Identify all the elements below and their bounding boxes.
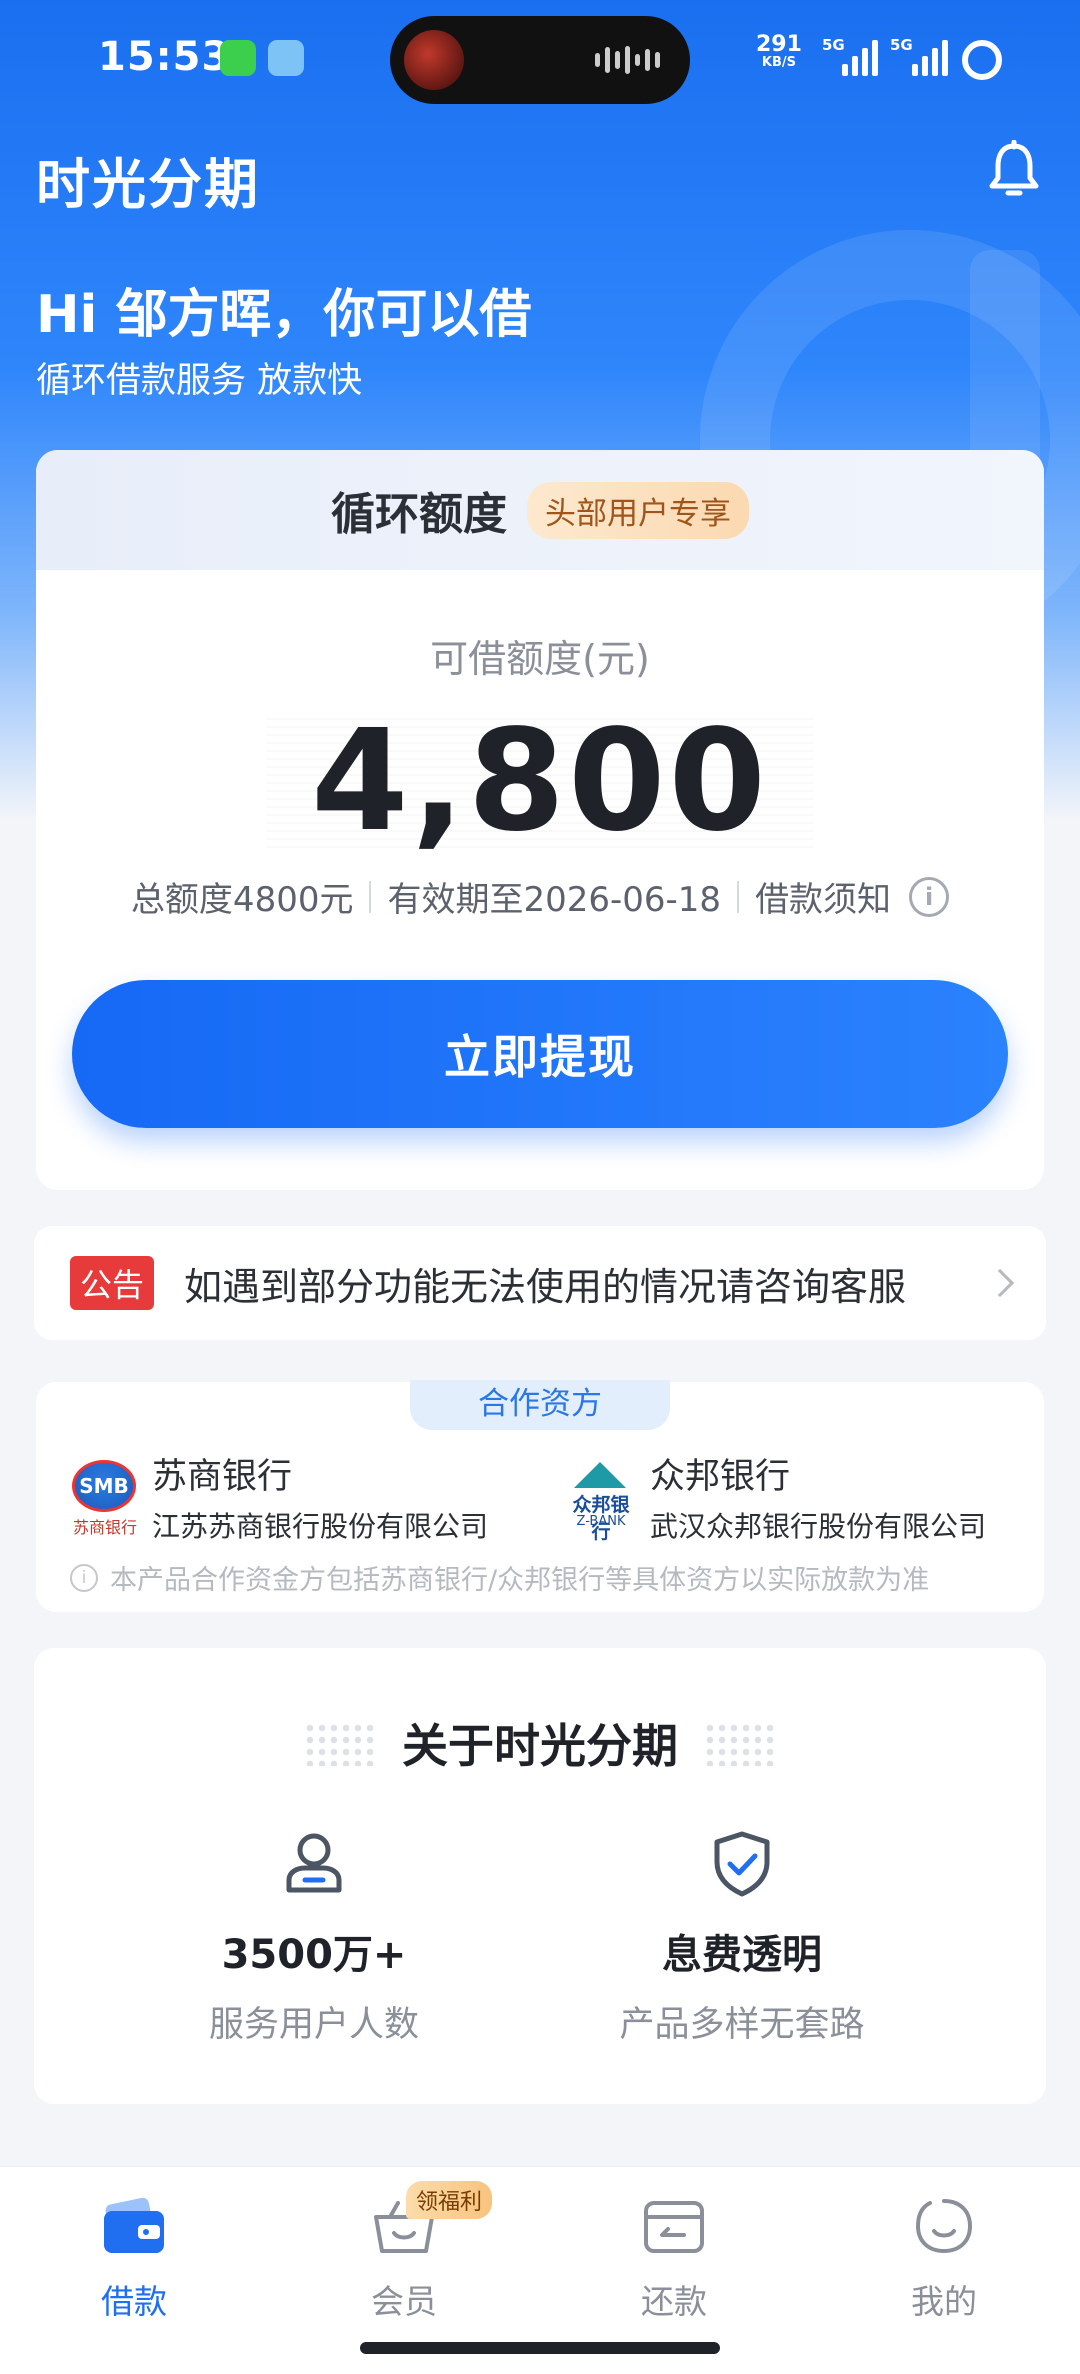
battery-icon bbox=[962, 40, 1002, 80]
audio-wave-icon bbox=[595, 46, 660, 74]
dynamic-island[interactable] bbox=[390, 16, 690, 104]
bank-company: 武汉众邦银行股份有限公司 bbox=[650, 1510, 987, 1543]
credit-card-title: 循环额度 bbox=[331, 489, 507, 540]
smb-logo-sub: 苏商银行 bbox=[72, 1517, 137, 1537]
user-icon bbox=[286, 1833, 342, 1893]
smile-icon bbox=[915, 2199, 973, 2254]
nav-label: 还款 bbox=[641, 2282, 707, 2321]
partner-tab-label: 合作资方 bbox=[410, 1380, 670, 1430]
bank-item-zbank: 众邦银行 Z-BANK 众邦银行 武汉众邦银行股份有限公司 bbox=[564, 1448, 986, 1545]
sim2-label: 5G bbox=[890, 36, 913, 54]
chevron-right-icon bbox=[985, 1268, 1015, 1298]
nav-label: 借款 bbox=[101, 2282, 167, 2321]
info-icon: i bbox=[70, 1563, 98, 1592]
partner-note: i 本产品合作资金方包括苏商银行/众邦银行等具体资方以实际放款为准 bbox=[70, 1558, 929, 1597]
zbank-logo-sub: Z-BANK bbox=[576, 1513, 626, 1529]
about-card: 关于时光分期 3500万+ 服务用户人数 息费透明 产品多样无套路 bbox=[34, 1648, 1046, 2104]
decorative-dots bbox=[704, 1722, 774, 1766]
weather-app-icon bbox=[268, 40, 304, 76]
zbank-logo: 众邦银行 Z-BANK bbox=[564, 1460, 638, 1543]
subgreeting: 循环借款服务 放款快 bbox=[36, 361, 363, 401]
signal-icon bbox=[842, 40, 878, 76]
partner-note-text: 本产品合作资金方包括苏商银行/众邦银行等具体资方以实际放款为准 bbox=[110, 1565, 930, 1596]
announcement-tag: 公告 bbox=[70, 1256, 155, 1310]
nav-item-loan[interactable]: 借款 bbox=[34, 2197, 234, 2323]
network-speed-unit: KB/S bbox=[761, 55, 797, 70]
welfare-badge[interactable]: 领福利 bbox=[406, 2181, 493, 2219]
bank-name: 众邦银行 bbox=[650, 1457, 791, 1497]
smb-bank-logo: SMB 苏商银行 bbox=[70, 1459, 140, 1537]
feature-value: 3500万+ bbox=[221, 1932, 407, 1978]
announcement-text: 如遇到部分功能无法使用的情况请咨询客服 bbox=[184, 1264, 907, 1309]
announcement-bar[interactable]: 公告 如遇到部分功能无法使用的情况请咨询客服 bbox=[34, 1226, 1046, 1340]
phone-app-icon bbox=[220, 40, 256, 76]
credit-card-header: 循环额度 头部用户专享 bbox=[36, 450, 1044, 570]
network-speed-value: 291 bbox=[756, 32, 802, 57]
withdraw-button[interactable]: 立即提现 bbox=[72, 980, 1008, 1128]
vip-tag: 头部用户专享 bbox=[527, 481, 749, 539]
credit-limit-card: 循环额度 头部用户专享 可借额度(元) 4,800 总额度4800元 有效期至2… bbox=[36, 450, 1044, 1190]
feature-value: 息费透明 bbox=[662, 1932, 822, 1978]
status-time: 15:53 bbox=[98, 34, 231, 80]
music-cover-icon bbox=[404, 30, 464, 90]
bank-company: 江苏苏商银行股份有限公司 bbox=[152, 1510, 489, 1543]
wallet-icon bbox=[104, 2197, 164, 2253]
home-indicator[interactable] bbox=[360, 2342, 720, 2354]
bank-item-suzhou: SMB 苏商银行 苏商银行 江苏苏商银行股份有限公司 bbox=[70, 1448, 488, 1545]
feature-desc: 服务用户人数 bbox=[208, 2005, 419, 2045]
network-speed: 291 KB/S bbox=[756, 34, 802, 70]
divider bbox=[369, 880, 372, 913]
nav-label: 会员 bbox=[371, 2282, 437, 2321]
app-title: 时光分期 bbox=[36, 153, 260, 216]
greeting: Hi 邹方晖，你可以借 bbox=[36, 285, 532, 345]
repay-icon bbox=[644, 2201, 704, 2253]
partner-card: 合作资方 SMB 苏商银行 苏商银行 江苏苏商银行股份有限公司 众邦银行 Z-B… bbox=[36, 1380, 1044, 1612]
loan-notice-link[interactable]: 借款须知 bbox=[755, 872, 891, 921]
zbank-logo-mark bbox=[574, 1461, 626, 1488]
info-icon[interactable]: i bbox=[909, 876, 950, 917]
available-limit-label: 可借额度(元) bbox=[430, 637, 650, 681]
signal-icon bbox=[912, 40, 948, 76]
shield-check-icon bbox=[714, 1831, 770, 1897]
nav-item-mine[interactable]: 我的 bbox=[844, 2197, 1044, 2323]
limit-meta: 总额度4800元 有效期至2026-06-18 借款须知 i bbox=[36, 872, 1044, 921]
bank-name: 苏商银行 bbox=[152, 1457, 293, 1497]
feature-users: 3500万+ 服务用户人数 bbox=[134, 1828, 494, 2047]
total-limit: 总额度4800元 bbox=[130, 880, 354, 920]
feature-desc: 产品多样无套路 bbox=[619, 2005, 865, 2045]
nav-label: 我的 bbox=[911, 2282, 977, 2321]
validity-date: 有效期至2026-06-18 bbox=[387, 880, 722, 920]
divider bbox=[737, 880, 740, 913]
feature-transparent-fees: 息费透明 产品多样无套路 bbox=[562, 1828, 922, 2047]
status-bar: 15:53 291 KB/S 5G 5G bbox=[0, 0, 1080, 120]
about-title: 关于时光分期 bbox=[402, 1719, 678, 1773]
available-limit-value: 4,800 bbox=[311, 700, 769, 863]
smb-logo-text: SMB bbox=[72, 1459, 136, 1512]
nav-item-repay[interactable]: 还款 bbox=[574, 2197, 774, 2323]
bell-icon[interactable] bbox=[986, 140, 1042, 200]
